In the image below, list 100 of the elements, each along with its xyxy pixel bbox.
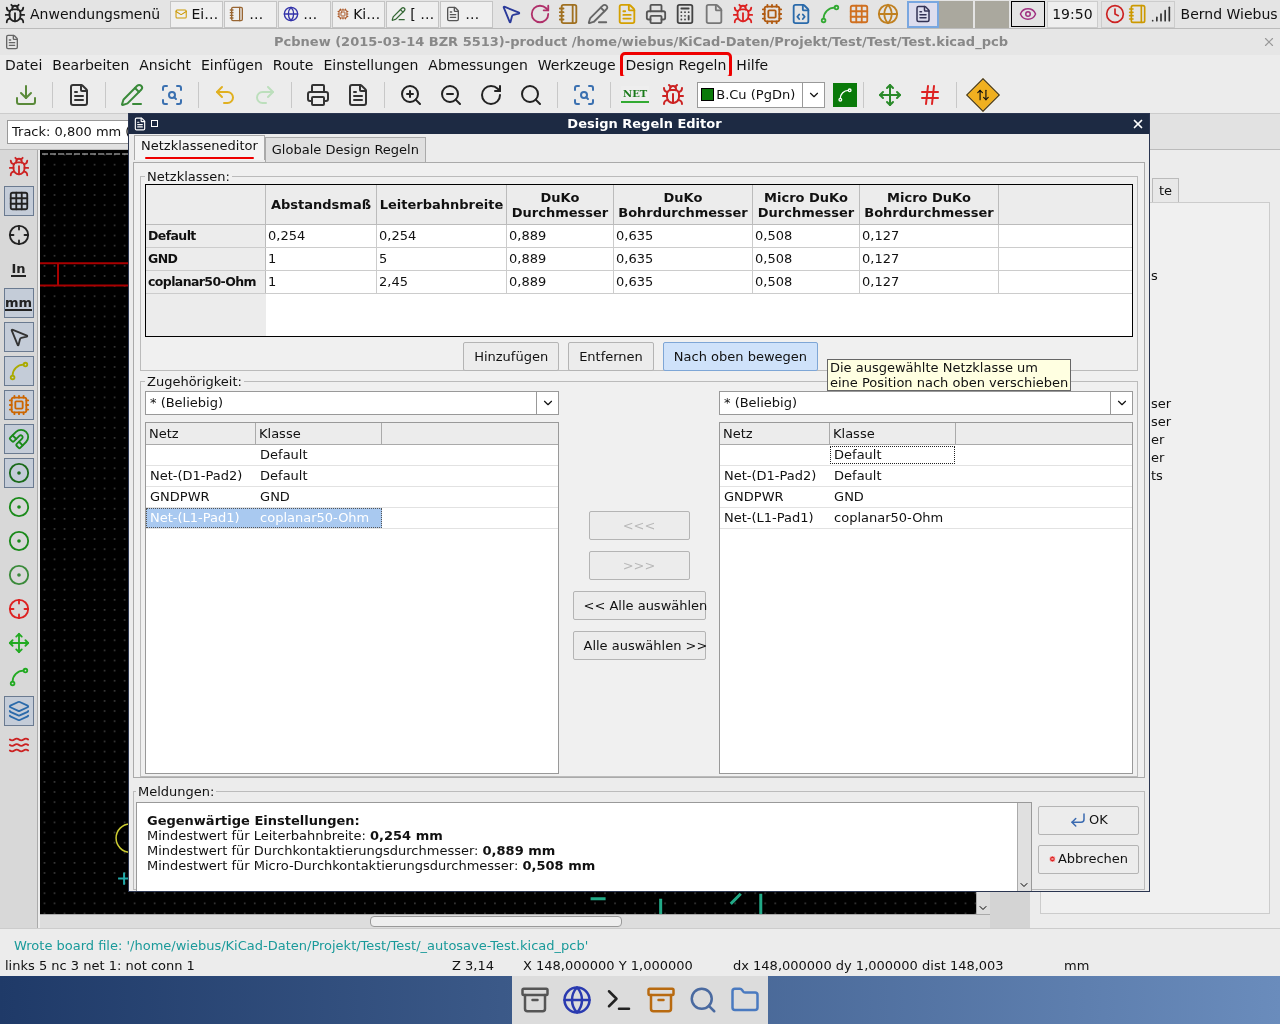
- task-button[interactable]: Ki…: [332, 0, 386, 28]
- column-header[interactable]: Micro DuKo Durchmesser: [753, 185, 860, 224]
- panel-tab[interactable]: te: [1152, 178, 1180, 202]
- tool-button[interactable]: mm: [3, 288, 34, 318]
- menu-item[interactable]: Abmessungen: [425, 55, 531, 76]
- grid-button[interactable]: Hinzufügen: [463, 342, 560, 371]
- checker-icon[interactable]: [848, 3, 871, 25]
- grid-cell[interactable]: 0,508: [753, 271, 860, 293]
- menu-item[interactable]: Werkzeuge: [534, 55, 619, 76]
- dialog-button[interactable]: Abbrechen: [1038, 844, 1139, 874]
- search-icon[interactable]: [688, 985, 718, 1015]
- column-header[interactable]: Micro DuKo Bohrdurchmesser: [860, 185, 999, 224]
- page-setup-icon[interactable]: [67, 82, 91, 107]
- task-button[interactable]: Ei…: [170, 0, 224, 28]
- grid-button[interactable]: Nach oben bewegen: [662, 342, 818, 371]
- task-button[interactable]: …: [224, 0, 278, 28]
- horizontal-scrollbar[interactable]: [40, 914, 990, 928]
- list-row[interactable]: Net-(L1-Pad1) coplanar50-Ohm: [720, 508, 956, 528]
- ladybug-icon[interactable]: [661, 82, 686, 107]
- eye-icon[interactable]: [1011, 1, 1046, 27]
- menu-item[interactable]: Ansicht: [136, 55, 194, 76]
- layer-select[interactable]: B.Cu (PgDn): [697, 81, 826, 108]
- grid-button[interactable]: Entfernen: [568, 342, 654, 371]
- list-row[interactable]: GNDPWR GND: [146, 487, 382, 507]
- net-list[interactable]: Netz Klasse Default Net-(D1-Pad2) Default GNDPWR GND Net-(L1-Pad1) coplanar50-Ohm: [719, 422, 1133, 774]
- panel-text: ts: [1151, 467, 1164, 485]
- vertical-scrollbar[interactable]: [1017, 802, 1031, 891]
- column-header[interactable]: DuKo Bohrdurchmesser: [614, 185, 753, 224]
- grid-cell[interactable]: 0,635: [614, 271, 753, 293]
- list-row[interactable]: Default: [720, 445, 956, 465]
- task-button[interactable]: …: [440, 0, 494, 28]
- row-header[interactable]: GND: [146, 248, 266, 270]
- grid-cell[interactable]: 5: [377, 248, 507, 270]
- grid-cell[interactable]: 0,508: [753, 248, 860, 270]
- pen-icon[interactable]: [587, 3, 610, 25]
- menu-item[interactable]: Einstellungen: [320, 55, 422, 76]
- grid-cell[interactable]: 0,889: [507, 271, 614, 293]
- edit-footprint-icon[interactable]: [120, 82, 144, 107]
- redraw-icon[interactable]: [479, 82, 503, 107]
- menu-item[interactable]: Hilfe: [733, 55, 772, 76]
- row-header[interactable]: coplanar50-Ohm: [146, 271, 266, 293]
- grid-cell[interactable]: 0,889: [507, 225, 614, 247]
- signal-icon[interactable]: [1150, 4, 1171, 24]
- tool-button[interactable]: In: [3, 254, 34, 284]
- dialog-button[interactable]: OK: [1038, 805, 1139, 835]
- grid-cell[interactable]: 0,254: [377, 225, 507, 247]
- clock[interactable]: 19:50: [1047, 0, 1098, 28]
- route-icon[interactable]: [833, 82, 858, 107]
- grid-cell[interactable]: 1: [266, 248, 377, 270]
- column-header[interactable]: DuKo Durchmesser: [507, 185, 614, 224]
- zoom-in-icon[interactable]: [399, 82, 423, 107]
- column-header[interactable]: Abstandsmaß: [266, 185, 377, 224]
- find-icon[interactable]: [572, 82, 596, 107]
- task-button[interactable]: …: [278, 0, 332, 28]
- column-header[interactable]: Leiterbahnbreite: [377, 185, 507, 224]
- active-window-icon[interactable]: [907, 0, 940, 28]
- zoom-fit-icon[interactable]: [519, 82, 543, 107]
- menu-item[interactable]: Bearbeiten: [49, 55, 133, 76]
- maximize-icon[interactable]: [151, 120, 158, 128]
- menu-item[interactable]: Einfügen: [198, 55, 266, 76]
- printer-icon[interactable]: [306, 82, 330, 107]
- list-row[interactable]: GNDPWR GND: [720, 487, 956, 507]
- cabinet-icon[interactable]: [646, 985, 676, 1015]
- grid-cell[interactable]: 0,635: [614, 248, 753, 270]
- menu-item[interactable]: Datei: [2, 55, 46, 76]
- net-list[interactable]: Netz Klasse Default Net-(D1-Pad2) Default GNDPWR GND Net-(L1-Pad1) coplanar50-Ohm: [145, 422, 559, 774]
- pointer-icon[interactable]: [500, 3, 523, 25]
- panel-text: er: [1151, 431, 1166, 449]
- filter-dropdown[interactable]: * (Beliebig): [145, 391, 559, 415]
- start-menu-button[interactable]: Anwendungsmenü: [0, 0, 165, 28]
- menu-item[interactable]: Design Regeln: [622, 55, 730, 76]
- menu-item[interactable]: Route: [269, 55, 317, 76]
- tab[interactable]: Globale Design Regeln: [264, 136, 426, 162]
- grid-cell[interactable]: 1: [266, 271, 377, 293]
- move-button[interactable]: Alle auswählen >>: [572, 631, 706, 660]
- list-row[interactable]: Net-(D1-Pad2) Default: [146, 466, 382, 486]
- filter-dropdown[interactable]: * (Beliebig): [719, 391, 1133, 415]
- tab[interactable]: Netzklasseneditor: [134, 134, 265, 160]
- column-header[interactable]: Netz: [146, 423, 256, 444]
- netclass-grid[interactable]: [145, 184, 1133, 337]
- globe-icon[interactable]: [562, 985, 592, 1015]
- task-button[interactable]: [ …: [386, 0, 440, 28]
- download-icon[interactable]: [14, 82, 38, 107]
- move-button[interactable]: << Alle auswählen: [572, 591, 706, 620]
- row-header[interactable]: Default: [146, 225, 266, 247]
- grid-cell[interactable]: 0,508: [753, 225, 860, 247]
- grid-cell[interactable]: 2,45: [377, 271, 507, 293]
- zoom-out-icon[interactable]: [439, 82, 463, 107]
- cycle-icon[interactable]: [529, 3, 552, 25]
- grid-cell[interactable]: 0,635: [614, 225, 753, 247]
- column-header[interactable]: Klasse: [830, 423, 956, 444]
- list-row[interactable]: Default: [146, 445, 382, 465]
- tool-button[interactable]: [3, 186, 34, 216]
- grid-cell[interactable]: 0,889: [507, 248, 614, 270]
- list-row[interactable]: Net-(D1-Pad2) Default: [720, 466, 956, 486]
- column-header[interactable]: Netz: [720, 423, 830, 444]
- alarm-clock-icon[interactable]: [1104, 4, 1125, 24]
- tool-button[interactable]: [3, 322, 34, 352]
- column-header[interactable]: Klasse: [256, 423, 382, 444]
- grid-cell[interactable]: 0,254: [266, 225, 377, 247]
